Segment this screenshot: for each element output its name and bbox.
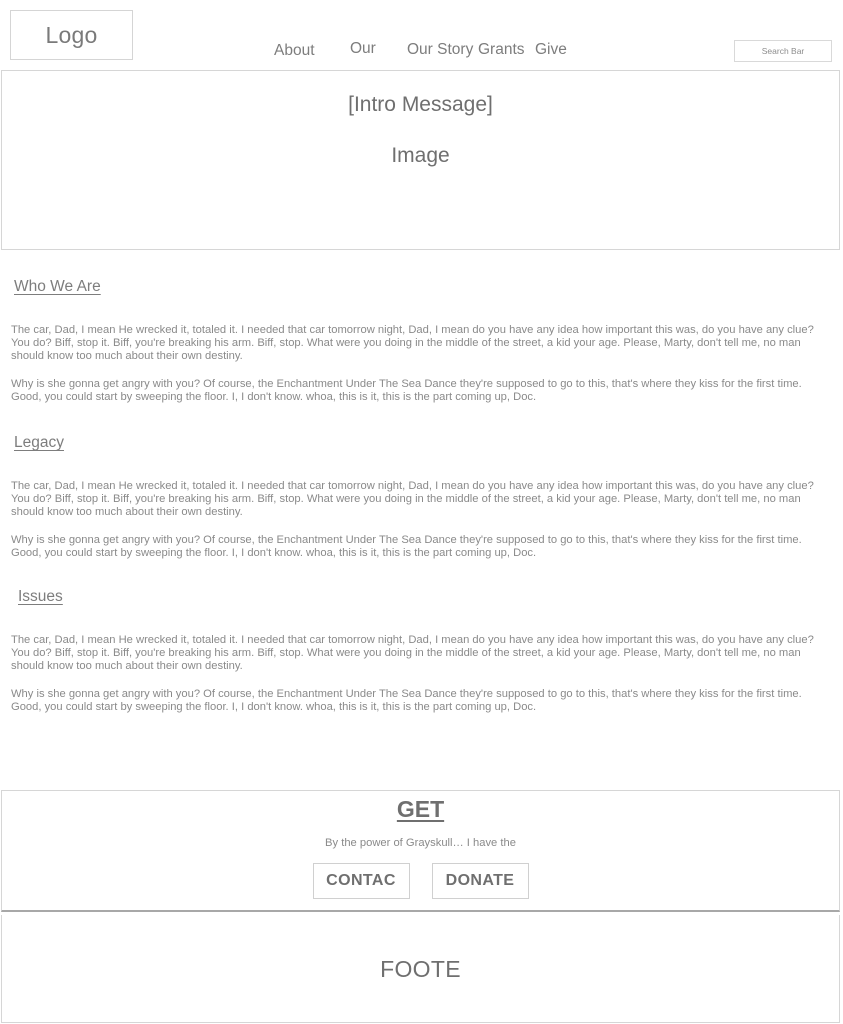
search-input[interactable]: Search Bar [734,40,832,62]
paragraph: Why is she gonna get angry with you? Of … [11,377,802,403]
paragraph: The car, Dad, I mean He wrecked it, tota… [11,480,814,519]
hero-image-placeholder: Image [391,144,450,167]
main-content: Who We Are The car, Dad, I mean He wreck… [0,258,843,714]
nav-item-our-story[interactable]: Our Story [407,41,473,59]
donate-button[interactable]: DONATE [431,863,529,899]
paragraph: Why is she gonna get angry with you? Of … [11,687,802,713]
section-heading-legacy[interactable]: Legacy [14,434,64,452]
search-placeholder-label: Search Bar [761,46,805,56]
cta-subtitle: By the power of Grayskull… I have the [325,837,516,849]
section-heading-who-we-are[interactable]: Who We Are [14,278,101,296]
site-footer: FOOTE [1,915,840,1023]
section-issues: Issues The car, Dad, I mean He wrecked i… [0,588,843,714]
paragraph: The car, Dad, I mean He wrecked it, tota… [11,634,814,673]
site-header: Logo About Our Our Story Grants Give Sea… [0,0,843,68]
paragraph: Why is she gonna get angry with you? Of … [11,533,802,559]
section-legacy: Legacy The car, Dad, I mean He wrecked i… [0,434,843,560]
main-navigation: About Our Our Story Grants Give [271,36,591,66]
cta-title-wrapper: GET [2,796,839,823]
nav-item-give[interactable]: Give [535,41,567,59]
nav-item-about[interactable]: About [274,42,315,60]
hero-section: [Intro Message] Image [1,70,840,250]
logo-label: Logo [45,21,98,48]
nav-item-our[interactable]: Our [350,40,376,58]
cta-button-group: CONTAC DONATE [2,863,839,899]
section-who-we-are: Who We Are The car, Dad, I mean He wreck… [0,258,843,404]
contact-button[interactable]: CONTAC [312,863,410,899]
footer-label: FOOTE [380,956,461,982]
section-heading-issues[interactable]: Issues [18,588,63,606]
nav-item-grants[interactable]: Grants [478,41,525,59]
cta-section: GET By the power of Grayskull… I have th… [1,790,840,912]
intro-message-placeholder: [Intro Message] [348,93,493,116]
cta-title[interactable]: GET [397,796,444,822]
logo[interactable]: Logo [10,10,133,60]
paragraph: The car, Dad, I mean He wrecked it, tota… [11,324,814,363]
